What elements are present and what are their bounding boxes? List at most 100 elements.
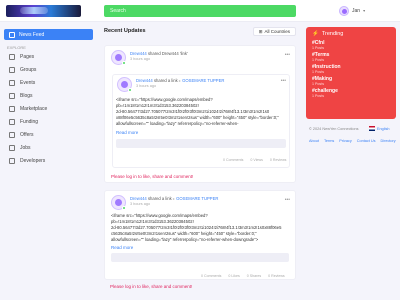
reviews-count[interactable]: 0 Reviews: [270, 158, 287, 162]
login-prompt[interactable]: Please log in to like, share and comment…: [111, 174, 193, 179]
events-icon: [9, 79, 15, 86]
trending-item[interactable]: #challenge 1 Posts: [312, 88, 390, 98]
groups-icon: [9, 66, 15, 73]
trending-item[interactable]: #Instruction 1 Posts: [312, 64, 390, 74]
shared-post-card: Drew444 shared a link ▸ GOSEMARE TUPPER …: [112, 74, 290, 168]
chevron-down-icon[interactable]: ▾: [363, 8, 365, 13]
comments-count[interactable]: 0 Comments: [223, 158, 243, 162]
comments-count[interactable]: 0 Comments: [201, 274, 221, 278]
footer-link-terms[interactable]: Terms: [324, 139, 334, 143]
sidebar-item-label: Marketplace: [20, 105, 48, 112]
sidebar-item-news-feed[interactable]: News Feed: [4, 29, 93, 40]
post-time: 3 hours ago: [136, 84, 157, 88]
footer-link-contact[interactable]: Contact Us: [357, 139, 376, 143]
post-count: 1 Posts: [312, 82, 324, 86]
flag-icon[interactable]: [369, 126, 375, 131]
marketplace-icon: [9, 105, 15, 112]
post-count: 1 Posts: [312, 46, 324, 50]
language-selector[interactable]: English: [377, 127, 389, 131]
sidebar-item-jobs[interactable]: Jobs: [4, 141, 93, 154]
site-logo[interactable]: [6, 5, 81, 17]
funding-icon: [9, 118, 15, 125]
globe-icon: ⊞: [258, 28, 263, 34]
sidebar-item-offers[interactable]: Offers: [4, 128, 93, 141]
logo-glow: [20, 7, 48, 14]
sidebar-item-label: Offers: [20, 131, 34, 138]
trending-item[interactable]: #Terms 1 Posts: [312, 52, 390, 62]
pages-icon: [9, 53, 15, 60]
shared-text: shared Drew444 'link': [147, 51, 188, 56]
jobs-icon: [9, 144, 15, 151]
target-name[interactable]: GOSEMARE TUPPER: [182, 78, 224, 83]
trending-panel: ⚡ Trending #Cfnl 1 Posts #Terms 1 Posts #I…: [306, 27, 396, 119]
sidebar-item-label: Groups: [20, 66, 37, 73]
sidebar-item-marketplace[interactable]: Marketplace: [4, 102, 93, 115]
trending-icon: ⚡: [312, 31, 319, 37]
shared-text: shared a link: [147, 196, 172, 201]
feed-header: Recent Updates ⊞ All Countries: [104, 27, 296, 37]
post-body: <iframe src="https://www.google.com/maps…: [116, 97, 279, 127]
post-time: 3 hours ago: [130, 202, 151, 206]
read-more-link[interactable]: Read more: [116, 130, 138, 135]
author-name[interactable]: Drew444: [136, 78, 153, 83]
online-indicator: [128, 88, 132, 92]
arrow-right-icon: ▸: [178, 78, 181, 83]
post-stats: 0 Comments 0 Views 0 Reviews: [223, 158, 286, 162]
sidebar-item-pages[interactable]: Pages: [4, 50, 93, 63]
likes-count[interactable]: 0 Likes: [228, 274, 239, 278]
countries-label: All Countries: [264, 29, 290, 34]
post-stats: 0 Comments 0 Likes 0 Shares 0 Reviews: [201, 274, 285, 278]
author-name[interactable]: Drew444: [130, 196, 147, 201]
code-line: allowfullscreen="" loading="lazy" referr…: [111, 237, 259, 242]
sidebar-item-developers[interactable]: Developers: [4, 154, 93, 167]
views-count: 0 Views: [250, 158, 263, 162]
more-options-icon[interactable]: •••: [285, 197, 290, 203]
page-title: Recent Updates: [104, 28, 146, 34]
search-bar[interactable]: [104, 5, 296, 17]
post-card: Drew444 shared Drew444 'link' 3 hours ag…: [104, 45, 296, 183]
post-count: 1 Posts: [312, 70, 324, 74]
shares-count[interactable]: 0 Shares: [247, 274, 261, 278]
more-options-icon[interactable]: •••: [285, 52, 290, 58]
offers-icon: [9, 131, 15, 138]
reviews-count[interactable]: 0 Reviews: [268, 274, 285, 278]
footer-link-about[interactable]: About: [309, 139, 319, 143]
sidebar-item-label: Blogs: [20, 92, 33, 99]
shared-text: shared a link: [153, 78, 178, 83]
blogs-icon: [9, 92, 15, 99]
trending-item[interactable]: #Cfnl 1 Posts: [312, 40, 390, 50]
user-menu[interactable]: Jan ▾: [339, 5, 365, 16]
developers-icon: [9, 157, 15, 164]
user-name[interactable]: Jan: [352, 8, 360, 14]
footer-links: About Terms Privacy Contact Us Directory: [309, 139, 396, 143]
author-name[interactable]: Drew444: [130, 51, 147, 56]
arrow-right-icon: ▸: [172, 196, 175, 201]
more-options-icon[interactable]: •••: [281, 78, 286, 84]
trending-heading: ⚡ Trending: [312, 31, 390, 37]
online-indicator: [122, 206, 126, 210]
sidebar-item-blogs[interactable]: Blogs: [4, 89, 93, 102]
search-input[interactable]: [110, 8, 280, 14]
user-avatar[interactable]: [339, 5, 349, 16]
trending-item[interactable]: #Making 1 Posts: [312, 76, 390, 86]
sidebar-item-groups[interactable]: Groups: [4, 63, 93, 76]
link-preview[interactable]: [111, 253, 289, 262]
sidebar-item-label: Funding: [20, 118, 39, 125]
footer-link-directory[interactable]: Directory: [381, 139, 396, 143]
sidebar-item-label: Developers: [20, 157, 46, 164]
link-preview[interactable]: [116, 139, 286, 148]
sidebar-item-label: Events: [20, 79, 36, 86]
sidebar-item-events[interactable]: Events: [4, 76, 93, 89]
online-indicator: [122, 61, 126, 65]
post-time: 3 hours ago: [130, 57, 151, 61]
login-prompt[interactable]: Please log in to like, share and comment…: [110, 284, 192, 289]
post-body: <iframe src="https://www.google.com/maps…: [111, 213, 281, 243]
all-countries-button[interactable]: ⊞ All Countries: [252, 27, 296, 36]
news-feed-icon: [9, 31, 15, 38]
target-name[interactable]: GOSEMARE TUPPER: [176, 196, 218, 201]
footer-link-privacy[interactable]: Privacy: [339, 139, 351, 143]
sidebar-item-funding[interactable]: Funding: [4, 115, 93, 128]
post-card: Drew444 shared a link ▸ GOSEMARE TUPPER …: [104, 190, 296, 280]
read-more-link[interactable]: Read more: [111, 245, 133, 250]
sidebar-item-label: Pages: [20, 53, 35, 60]
